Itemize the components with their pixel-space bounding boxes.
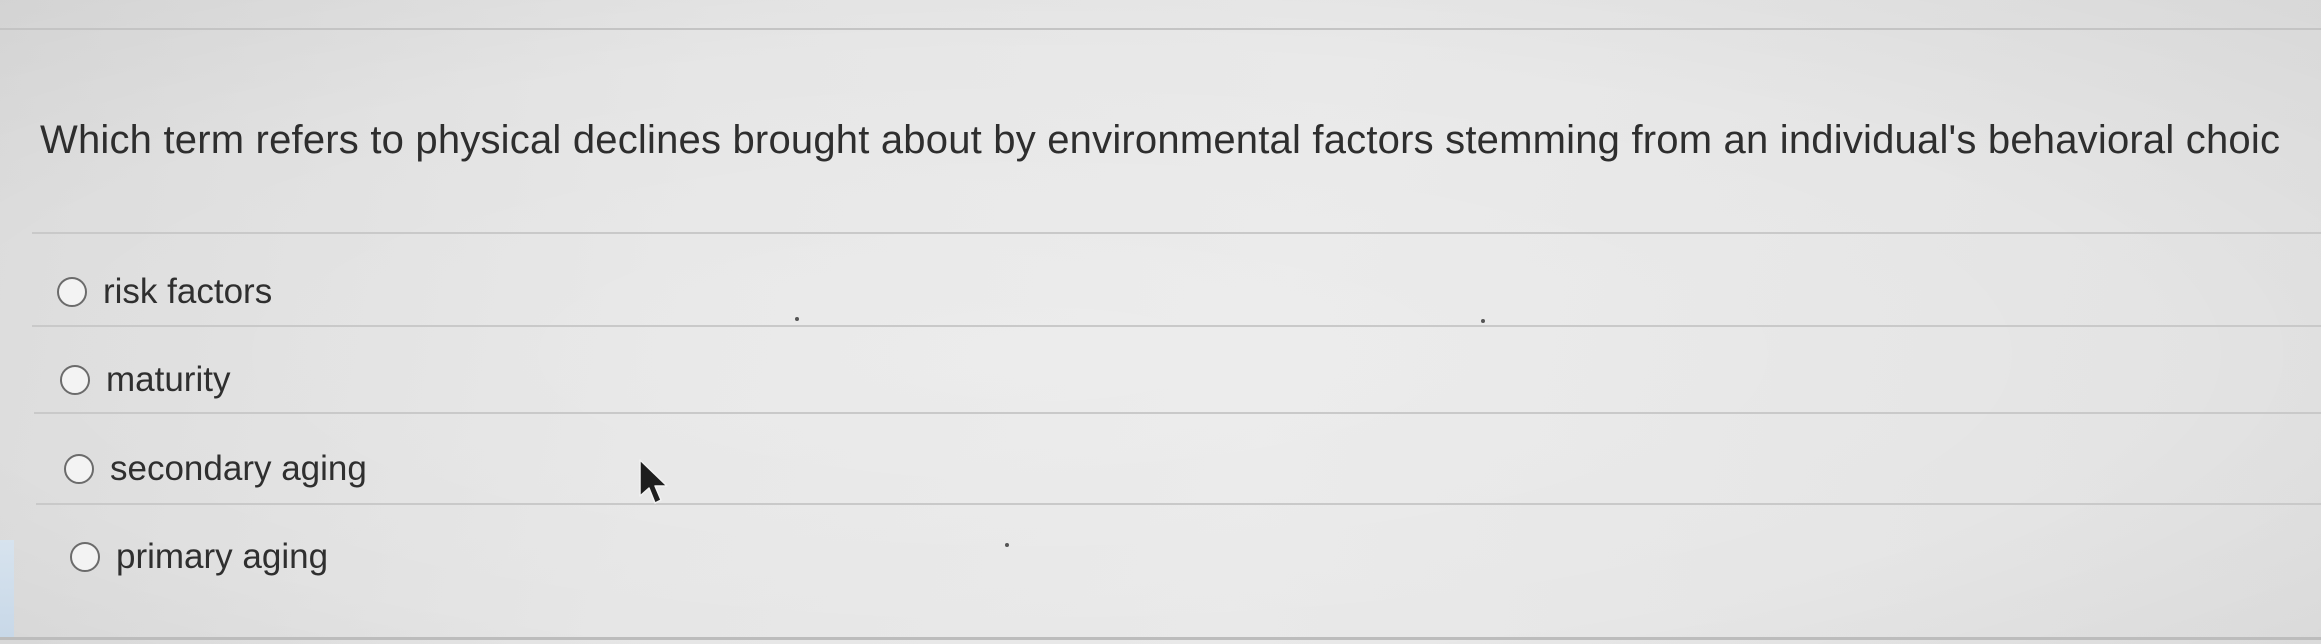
dust-speck: [795, 317, 799, 321]
option-label: maturity: [106, 360, 231, 399]
option-divider: [32, 325, 2321, 327]
photo-vignette: [0, 0, 2321, 644]
radio-button-icon[interactable]: [64, 454, 94, 484]
top-divider: [0, 28, 2321, 30]
left-edge-strip: [0, 540, 14, 637]
radio-button-icon[interactable]: [60, 365, 90, 395]
option-primary-aging[interactable]: primary aging: [70, 537, 328, 577]
bottom-divider: [0, 637, 2321, 640]
option-secondary-aging[interactable]: secondary aging: [64, 449, 367, 489]
option-label: primary aging: [116, 537, 329, 576]
dust-speck: [1481, 319, 1485, 323]
option-risk-factors[interactable]: risk factors: [57, 272, 272, 312]
radio-button-icon[interactable]: [57, 277, 87, 307]
option-label: secondary aging: [110, 449, 367, 488]
radio-button-icon[interactable]: [70, 542, 100, 572]
question-text: Which term refers to physical declines b…: [40, 118, 2281, 162]
option-divider: [34, 412, 2321, 414]
option-label: risk factors: [103, 272, 273, 311]
option-maturity[interactable]: maturity: [60, 360, 230, 400]
option-divider: [36, 503, 2321, 505]
question-divider: [32, 232, 2321, 234]
mouse-pointer-icon: [639, 459, 668, 504]
dust-speck: [1005, 543, 1009, 547]
